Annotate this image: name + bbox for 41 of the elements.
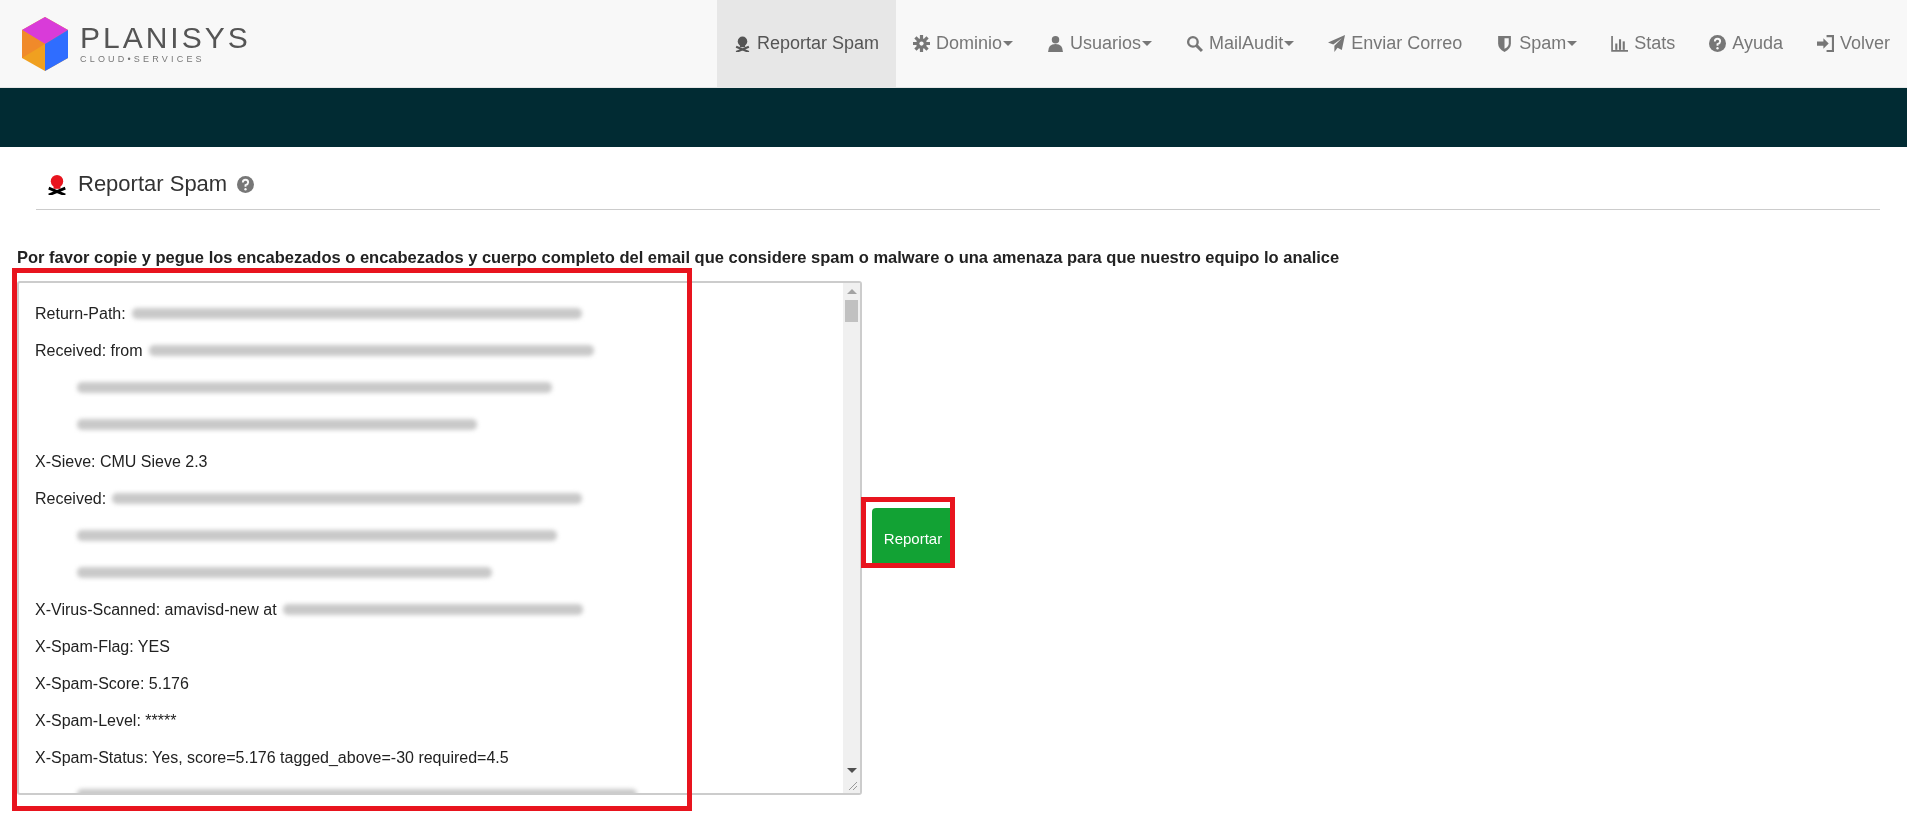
scroll-down-icon[interactable] (846, 768, 857, 773)
nav-item[interactable]: Enviar Correo (1311, 0, 1480, 87)
bar-chart-icon (1611, 35, 1629, 52)
header-line-text: X-Spam-Flag: YES (35, 637, 170, 656)
header-line-text: Received: (35, 489, 107, 508)
caret-icon (1567, 41, 1578, 46)
paper-plane-icon (1328, 35, 1346, 52)
nav-item[interactable]: Volver (1799, 0, 1907, 87)
search-icon (1186, 35, 1204, 52)
header-line-text: X-Sieve: CMU Sieve 2.3 (35, 452, 208, 471)
brand-name: PLANISYS (80, 23, 251, 53)
nav-item[interactable]: Spam (1479, 0, 1595, 87)
sign-in-icon (1816, 35, 1834, 52)
header-line-text: X-Spam-Status: Yes, score=5.176 tagged_above=-30 required=4.5 (35, 748, 509, 767)
help-icon[interactable] (237, 175, 255, 193)
header-line-text: Return-Path: (35, 304, 126, 323)
skull-crossbones-icon (46, 173, 68, 195)
header-line-text: X-Spam-Score: 5.176 (35, 674, 189, 693)
shield-icon (1496, 35, 1514, 52)
nav-item[interactable]: Ayuda (1692, 0, 1800, 87)
header-line-text: X-Spam-Level: ***** (35, 711, 177, 730)
caret-icon (1284, 41, 1295, 46)
header-line-text: Received: from (35, 341, 143, 360)
help-icon (1709, 35, 1727, 52)
gear-icon (913, 35, 931, 52)
brand-tagline: CLOUD•SERVICES (80, 54, 206, 64)
nav-item[interactable]: Usuarios (1030, 0, 1170, 87)
page-title: Reportar Spam (78, 171, 228, 197)
scrollbar-thumb[interactable] (845, 300, 858, 322)
nav-item[interactable]: MailAudit (1169, 0, 1312, 87)
caret-icon (1142, 41, 1153, 46)
scrollbar[interactable] (843, 283, 860, 793)
user-icon (1047, 35, 1065, 52)
skull-crossbones-icon (734, 35, 751, 52)
header-line-text: X-Virus-Scanned: amavisd-new at (35, 600, 277, 619)
nav-item[interactable]: Dominio (896, 0, 1031, 87)
scroll-up-icon[interactable] (846, 289, 857, 294)
caret-icon (1003, 41, 1014, 46)
nav-item[interactable]: Reportar Spam (717, 0, 897, 87)
nav-item[interactable]: Stats (1594, 0, 1693, 87)
instructions-text: Por favor copie y pegue los encabezados o encabezados y cuerpo completo del email que considere spam o malware o una amenaza para que nuestro equipo lo analice (17, 248, 1341, 267)
